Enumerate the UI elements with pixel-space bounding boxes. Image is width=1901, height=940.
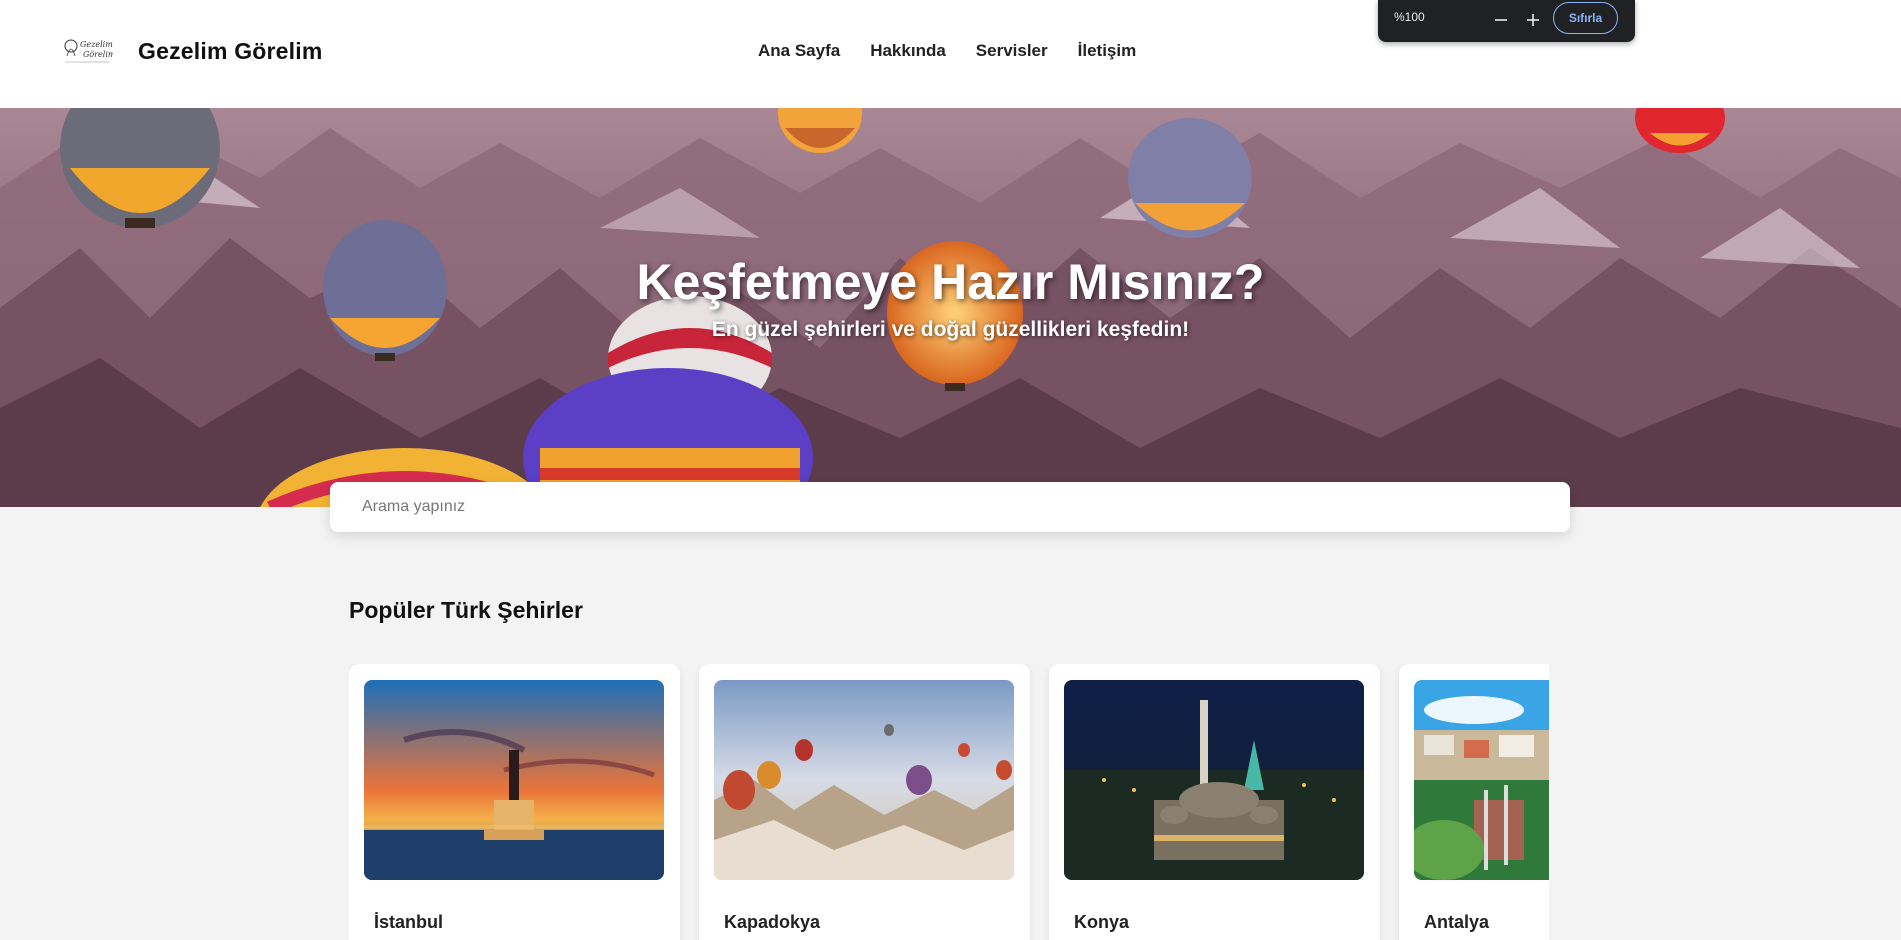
city-name: Konya xyxy=(1074,912,1130,932)
zoom-popup: %100 Sıfırla xyxy=(1378,0,1635,42)
hero-title: Keşfetmeye Hazır Mısınız? xyxy=(636,254,1265,310)
zoom-reset-button[interactable]: Sıfırla xyxy=(1553,2,1618,34)
logo-image: Gezelim Görelim xyxy=(64,39,113,63)
site-logo[interactable]: Gezelim Görelim xyxy=(61,34,113,68)
city-card-kapadokya[interactable]: Kapadokya xyxy=(699,664,1030,940)
nav-home[interactable]: Ana Sayfa xyxy=(758,41,840,61)
section-title: Popüler Türk Şehirler xyxy=(349,597,583,623)
city-card-list: İstanbul Kapadokya Konya Antalya xyxy=(349,664,1549,940)
city-image xyxy=(1064,680,1364,880)
hero-banner: Keşfetmeye Hazır Mısınız? En güzel şehir… xyxy=(0,108,1901,507)
search-bar xyxy=(330,482,1570,532)
istanbul-photo xyxy=(364,680,664,880)
svg-text:Gezelim: Gezelim xyxy=(80,40,113,49)
plus-icon xyxy=(1527,14,1539,26)
nav-services[interactable]: Servisler xyxy=(976,41,1048,61)
search-input[interactable] xyxy=(330,482,1570,532)
zoom-level: %100 xyxy=(1394,10,1425,24)
nav-about[interactable]: Hakkında xyxy=(870,41,946,61)
city-name: İstanbul xyxy=(374,912,444,932)
city-image xyxy=(1414,680,1549,880)
city-card-istanbul[interactable]: İstanbul xyxy=(349,664,680,940)
city-card-konya[interactable]: Konya xyxy=(1049,664,1380,940)
konya-photo xyxy=(1064,680,1364,880)
hero-subtitle: En güzel şehirleri ve doğal güzellikleri… xyxy=(711,318,1190,341)
brand-name[interactable]: Gezelim Görelim xyxy=(138,38,323,65)
zoom-out-button[interactable] xyxy=(1487,6,1515,34)
city-image xyxy=(714,680,1014,880)
city-image xyxy=(364,680,664,880)
antalya-photo xyxy=(1414,680,1549,880)
svg-text:Görelim: Görelim xyxy=(83,50,113,59)
city-name: Antalya xyxy=(1424,912,1490,932)
minus-icon xyxy=(1495,19,1507,21)
kapadokya-photo xyxy=(714,680,1014,880)
city-name: Kapadokya xyxy=(724,912,821,932)
nav-contact[interactable]: İletişim xyxy=(1078,41,1137,61)
city-card-antalya[interactable]: Antalya xyxy=(1399,664,1549,940)
zoom-in-button[interactable] xyxy=(1519,6,1547,34)
main-nav: Ana Sayfa Hakkında Servisler İletişim xyxy=(758,41,1136,61)
